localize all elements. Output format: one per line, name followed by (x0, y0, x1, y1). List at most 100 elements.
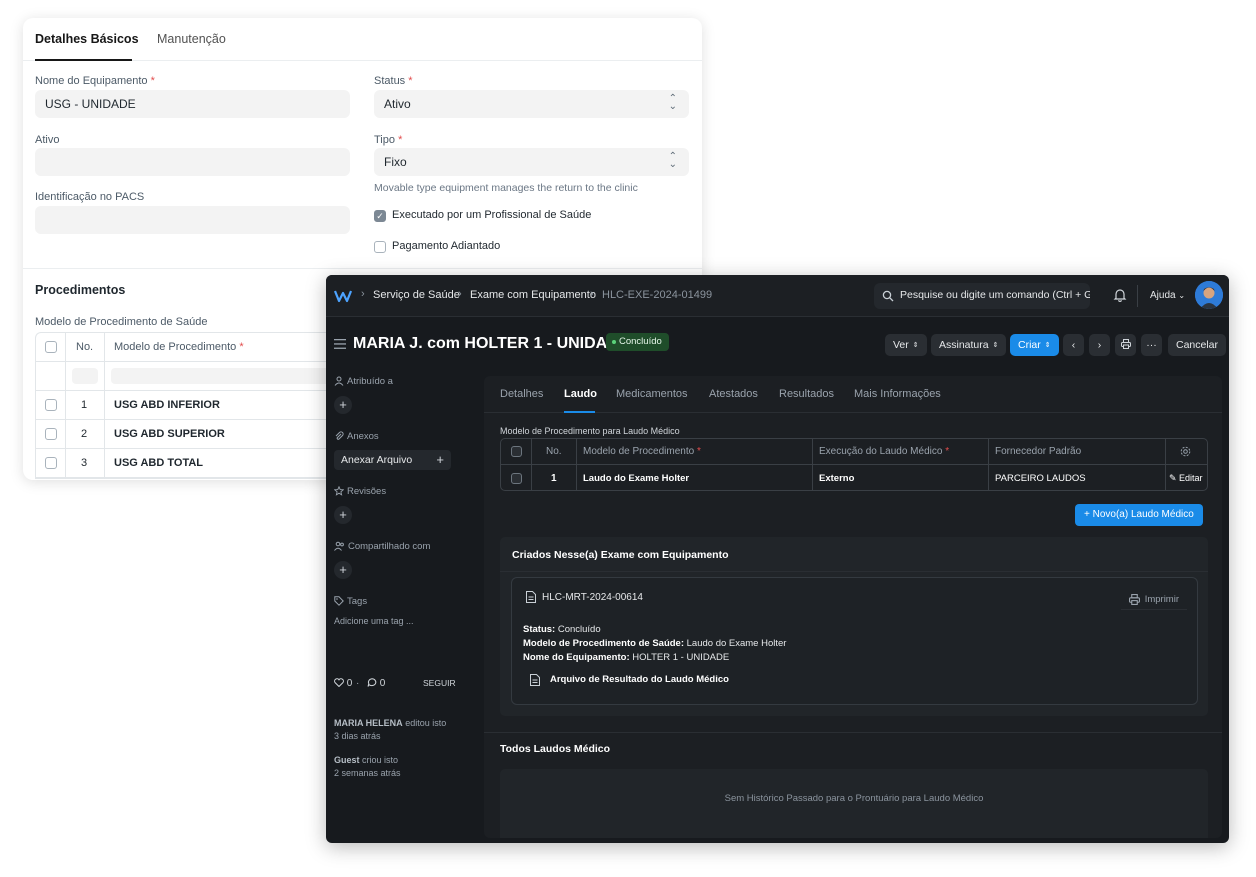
top-navbar: › Serviço de Saúde › Exame com Equipamen… (326, 275, 1229, 317)
assinatura-button[interactable]: Assinatura ⇕ (931, 334, 1007, 356)
page-title: MARIA J. com HOLTER 1 - UNIDADE (353, 335, 630, 352)
filter-modelo-input[interactable] (111, 368, 356, 384)
tab-detalhes-basicos[interactable]: Detalhes Básicos (35, 32, 139, 46)
add-tag-link[interactable]: Adicione uma tag ... (334, 615, 414, 628)
imprimir-button[interactable]: Imprimir (1120, 590, 1187, 610)
novo-laudo-button[interactable]: + Novo(a) Laudo Médico (1075, 504, 1203, 526)
nome-equipamento-input[interactable]: USG - UNIDADE (35, 90, 350, 118)
app-logo-icon[interactable] (334, 287, 352, 305)
profissional-checkbox[interactable]: ✓ (374, 210, 386, 222)
add-review-button[interactable]: + (334, 506, 352, 524)
tipo-help-text: Movable type equipment manages the retur… (374, 182, 638, 194)
col-no: No. (76, 341, 94, 353)
row-modelo: Laudo do Exame Holter (583, 472, 690, 484)
created-section-title: Criados Nesse(a) Exame com Equipamento (512, 549, 729, 561)
seguir-button[interactable]: SEGUIR (423, 677, 456, 690)
col-no: No. (546, 446, 562, 457)
like-count[interactable]: 0 (334, 677, 352, 690)
col-modelo: Modelo de Procedimento * (114, 341, 244, 353)
laudo-table: No. Modelo de Procedimento * Execução do… (500, 438, 1208, 491)
criar-button[interactable]: Criar ⇕ (1010, 334, 1059, 356)
share-button[interactable]: + (334, 561, 352, 579)
pagamento-checkbox[interactable] (374, 241, 386, 253)
comment-count[interactable]: 0 (367, 677, 385, 690)
card-equipamento: Nome do Equipamento: HOLTER 1 - UNIDADE (523, 652, 730, 663)
tab-mais-informacoes[interactable]: Mais Informações (854, 388, 941, 400)
pagamento-checkbox-label: Pagamento Adiantado (392, 240, 501, 252)
ver-button[interactable]: Ver ⇕ (885, 334, 927, 356)
created-documents-section: Criados Nesse(a) Exame com Equipamento H… (500, 537, 1208, 716)
paperclip-icon (335, 431, 344, 440)
tab-manutencao[interactable]: Manutenção (157, 32, 226, 46)
previous-doc-button[interactable]: ‹ (1063, 334, 1084, 356)
row-modelo: USG ABD TOTAL (114, 457, 204, 469)
help-menu[interactable]: Ajuda ⌄ (1150, 290, 1185, 301)
breadcrumb-exame[interactable]: Exame com Equipamento (470, 289, 596, 301)
star-icon (333, 485, 345, 496)
next-doc-button[interactable]: › (1089, 334, 1110, 356)
nome-label: Nome do Equipamento * (35, 75, 155, 87)
breadcrumb-current: HLC-EXE-2024-01499 (602, 289, 713, 301)
laudo-id-link[interactable]: HLC-MRT-2024-00614 (542, 592, 643, 603)
breadcrumb-chevron-icon: › (458, 288, 462, 300)
tab-laudo[interactable]: Laudo (564, 388, 597, 400)
resultado-file-link[interactable]: Arquivo de Resultado do Laudo Médico (530, 674, 729, 686)
document-tabs: Detalhes Laudo Medicamentos Atestados Re… (484, 376, 1222, 413)
pacs-input[interactable] (35, 206, 350, 234)
row-checkbox[interactable] (45, 399, 57, 411)
tab-atestados[interactable]: Atestados (709, 388, 758, 400)
anexar-arquivo-button[interactable]: Anexar Arquivo + (334, 450, 451, 470)
row-no: 2 (81, 428, 88, 440)
navbar-divider (1137, 285, 1138, 307)
add-assignee-button[interactable]: + (334, 396, 352, 414)
users-icon (334, 541, 344, 551)
notification-bell-icon[interactable] (1113, 288, 1127, 302)
table-row[interactable]: 3 USG ABD TOTAL (36, 449, 355, 478)
tab-resultados[interactable]: Resultados (779, 388, 834, 400)
table-row[interactable]: 2 USG ABD SUPERIOR (36, 420, 355, 449)
user-avatar[interactable] (1195, 281, 1223, 309)
status-select[interactable]: Ativo ⌃ ⌄ (374, 90, 689, 118)
tipo-label: Tipo * (374, 134, 403, 146)
edit-row-button[interactable]: ✎ Editar (1169, 465, 1203, 491)
row-checkbox[interactable] (511, 472, 522, 484)
todos-laudos-title: Todos Laudos Médico (500, 743, 611, 755)
main-content: Detalhes Laudo Medicamentos Atestados Re… (484, 376, 1222, 838)
user-icon (334, 376, 344, 386)
tab-detalhes[interactable]: Detalhes (500, 388, 543, 400)
select-updown-icon: ⌃ ⌄ (668, 151, 677, 170)
row-fornecedor: PARCEIRO LAUDOS (995, 472, 1086, 484)
plus-icon: + (436, 452, 444, 467)
printer-icon (1120, 339, 1131, 349)
print-button[interactable] (1115, 334, 1136, 356)
column-settings-icon[interactable] (1180, 439, 1191, 464)
search-input[interactable]: Pesquise ou digite um comando (Ctrl + G) (874, 283, 1090, 309)
breadcrumb-servico[interactable]: Serviço de Saúde (373, 289, 460, 301)
row-modelo: USG ABD INFERIOR (114, 399, 220, 411)
active-tab-indicator (35, 59, 132, 61)
document-sidebar: Atribuído a + Anexos Anexar Arquivo + Rev… (326, 372, 476, 843)
row-checkbox[interactable] (45, 457, 57, 469)
table-row[interactable]: 1 USG ABD INFERIOR (36, 391, 355, 420)
tag-icon (334, 596, 344, 606)
row-execucao: Externo (819, 472, 855, 484)
col-modelo: Modelo de Procedimento * (583, 446, 701, 457)
laudo-card[interactable]: HLC-MRT-2024-00614 Imprimir Status: Conc… (511, 577, 1198, 705)
select-updown-icon: ⌃ ⌄ (668, 93, 677, 112)
col-execucao: Execução do Laudo Médico * (819, 446, 950, 457)
anexos-label: Anexos (334, 431, 379, 442)
user-photo-icon (1195, 281, 1223, 309)
more-options-button[interactable]: ··· (1141, 334, 1162, 356)
tipo-select[interactable]: Fixo ⌃ ⌄ (374, 148, 689, 176)
row-checkbox[interactable] (45, 428, 57, 440)
select-all-checkbox[interactable] (45, 341, 57, 353)
cancelar-button[interactable]: Cancelar (1168, 334, 1227, 356)
procedimentos-title: Procedimentos (35, 283, 126, 297)
atribuido-label: Atribuído a (334, 376, 393, 387)
menu-toggle-icon[interactable] (334, 339, 346, 349)
select-all-checkbox[interactable] (511, 446, 522, 457)
filter-no-input[interactable] (72, 368, 98, 384)
tab-medicamentos[interactable]: Medicamentos (616, 388, 688, 400)
ativo-input[interactable] (35, 148, 350, 176)
table-row[interactable]: 1 Laudo do Exame Holter Externo PARCEIRO… (501, 465, 1207, 491)
